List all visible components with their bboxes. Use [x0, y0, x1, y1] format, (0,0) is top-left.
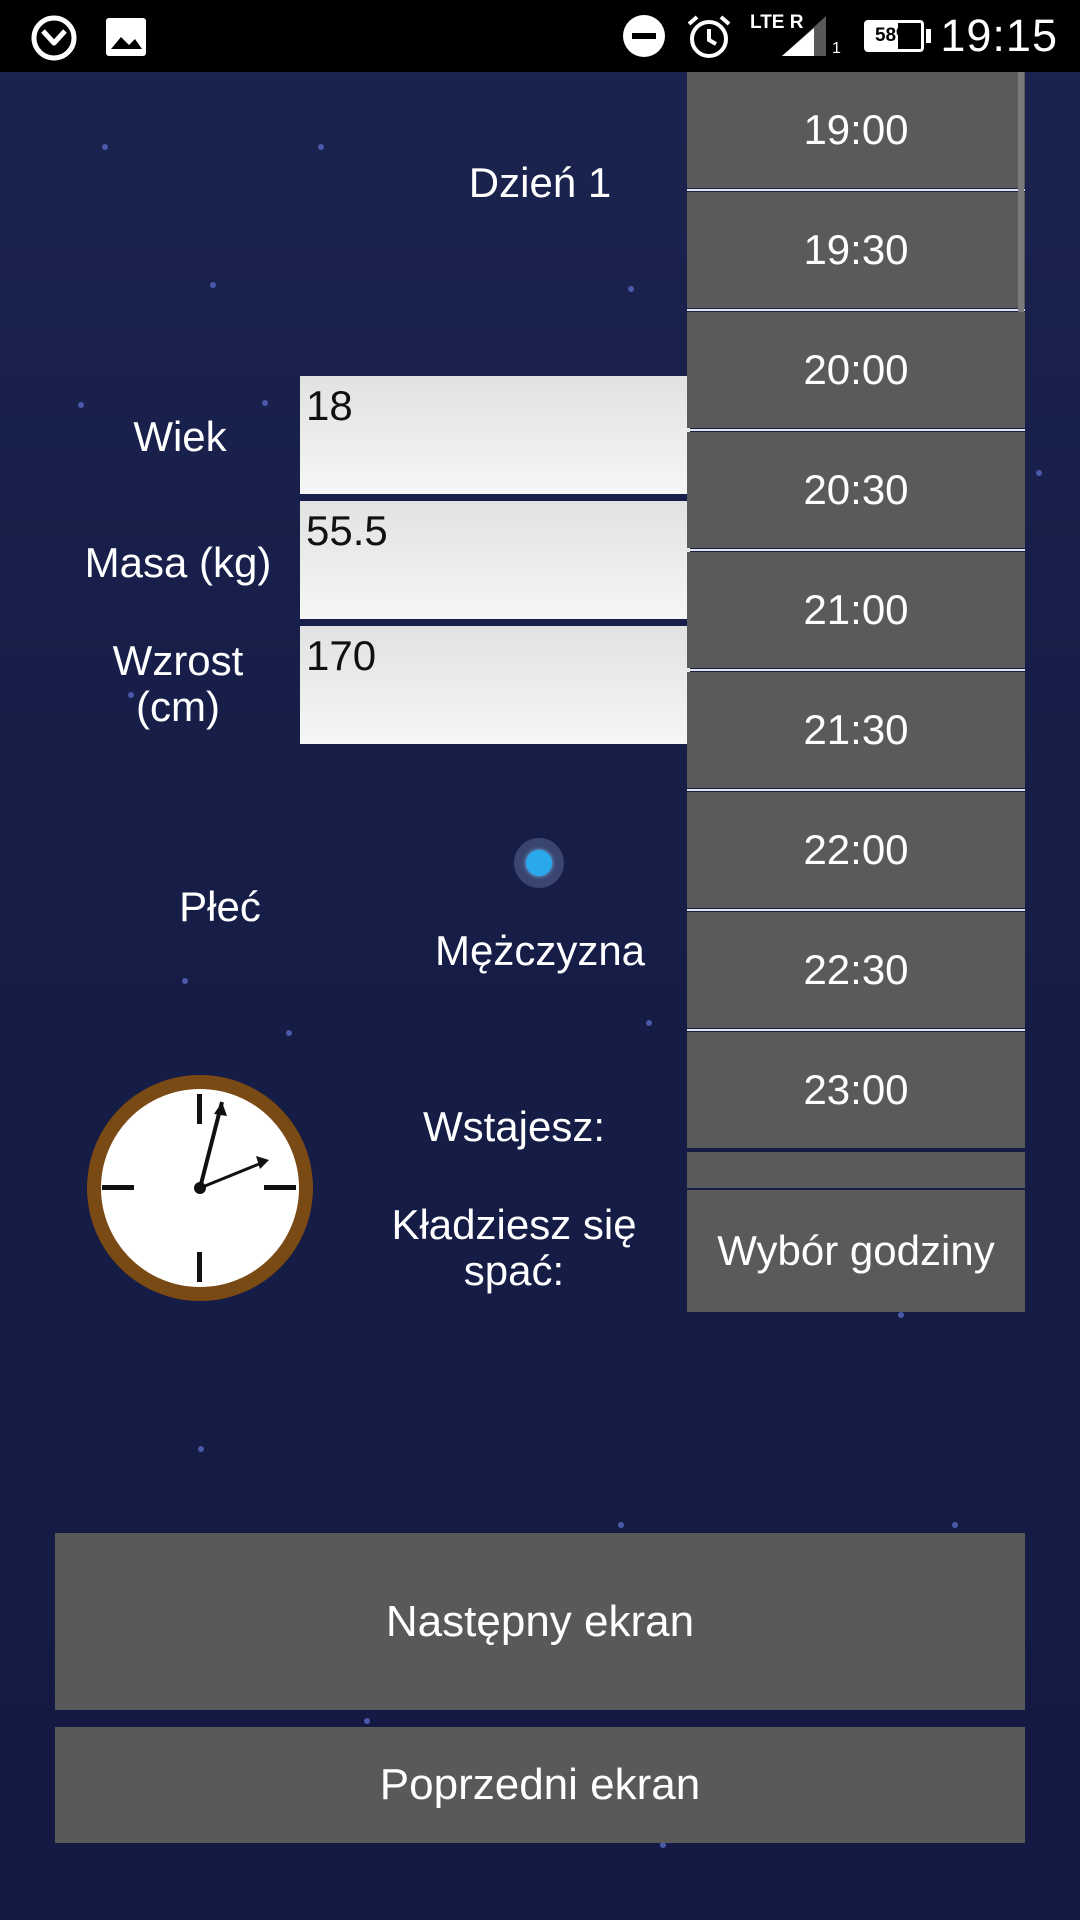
option-separator — [687, 909, 1025, 911]
mass-field[interactable] — [300, 501, 690, 619]
option-separator — [687, 789, 1025, 791]
height-input[interactable] — [306, 632, 684, 680]
time-option[interactable]: 21:00 — [687, 552, 1025, 668]
alarm-icon — [687, 15, 731, 58]
mass-input[interactable] — [306, 507, 684, 555]
status-time: 19:15 — [940, 10, 1058, 61]
sleep-label: Kładziesz się spać: — [364, 1202, 664, 1294]
battery-percentage: 58% — [874, 25, 914, 46]
time-option[interactable]: 21:30 — [687, 672, 1025, 788]
height-label-line1: Wzrost — [112, 637, 244, 684]
clock-icon — [87, 1075, 313, 1301]
time-option[interactable]: 23:00 — [687, 1032, 1025, 1148]
age-input[interactable] — [306, 382, 684, 430]
dropdown-scrollbar[interactable] — [1018, 72, 1024, 312]
time-option[interactable]: 20:30 — [687, 432, 1025, 548]
sleep-label-line2: spać: — [463, 1247, 565, 1294]
sim-slot-label: 1 — [832, 40, 841, 57]
sex-label: Płeć — [179, 883, 261, 930]
page-title: Dzień 1 — [468, 159, 612, 206]
battery-nub — [926, 29, 931, 43]
time-option[interactable]: 19:00 — [687, 72, 1025, 188]
male-radio-label[interactable]: Mężczyzna — [410, 928, 670, 974]
previous-screen-button[interactable]: Poprzedni ekran — [55, 1727, 1025, 1843]
signal-icon — [782, 16, 826, 56]
wake-label: Wstajesz: — [422, 1103, 606, 1150]
male-radio[interactable] — [514, 838, 564, 888]
time-option[interactable]: 22:00 — [687, 792, 1025, 908]
age-field[interactable] — [300, 376, 690, 494]
dropdown-partial-item[interactable] — [687, 1152, 1025, 1188]
time-dropdown-list[interactable]: 19:00 19:30 20:00 20:30 21:00 21:30 22:00 22:30… — [687, 72, 1025, 1312]
status-bar: LTE R 1 58% 19:15 — [0, 0, 1080, 72]
image-icon — [106, 18, 146, 56]
height-label-line2: (cm) — [136, 683, 220, 730]
option-separator — [687, 429, 1025, 431]
height-field[interactable] — [300, 626, 690, 744]
option-separator — [687, 189, 1025, 191]
option-separator — [687, 309, 1025, 311]
option-separator — [687, 549, 1025, 551]
time-picker-button[interactable]: Wybór godziny — [687, 1190, 1025, 1312]
sleep-app-icon — [31, 15, 77, 61]
age-label: Wiek — [133, 413, 227, 460]
battery-icon: 58% — [864, 20, 924, 52]
sleep-label-line1: Kładziesz się — [391, 1201, 637, 1248]
option-separator — [687, 1029, 1025, 1031]
time-option[interactable]: 19:30 — [687, 192, 1025, 308]
do-not-disturb-icon — [623, 15, 665, 57]
mass-label: Masa (kg) — [84, 539, 272, 586]
male-radio-dot — [526, 850, 552, 876]
option-separator — [687, 669, 1025, 671]
height-label: Wzrost (cm) — [58, 638, 298, 730]
time-option[interactable]: 20:00 — [687, 312, 1025, 428]
time-option[interactable]: 22:30 — [687, 912, 1025, 1028]
next-screen-button[interactable]: Następny ekran — [55, 1533, 1025, 1710]
